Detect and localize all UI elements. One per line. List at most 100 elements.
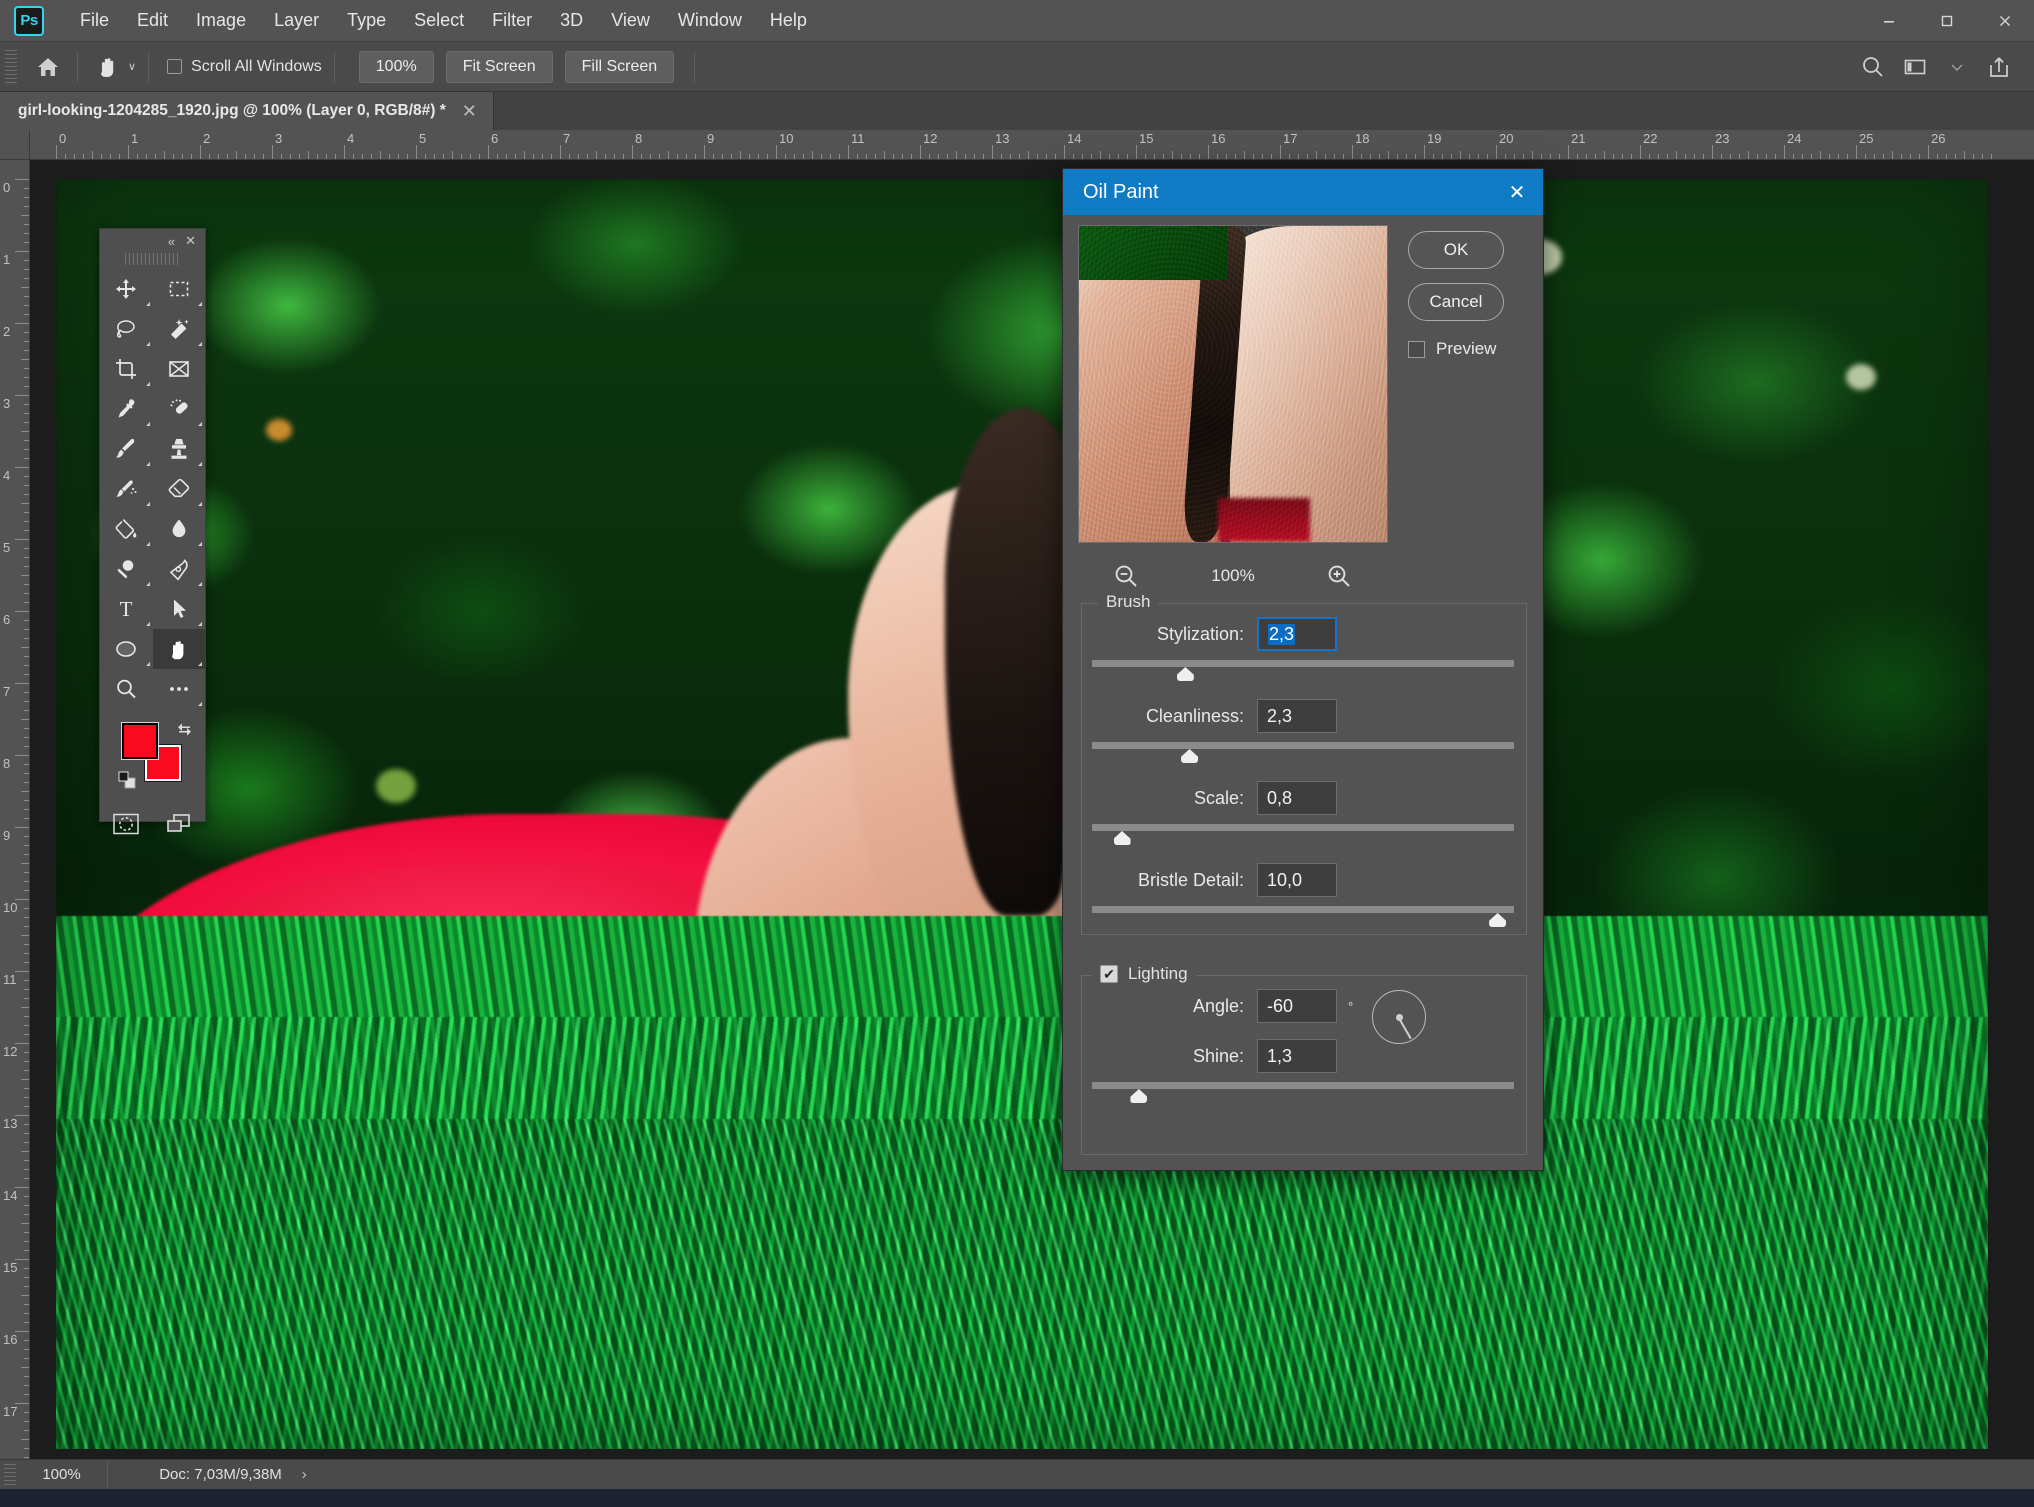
workspace-icon[interactable] (1894, 50, 1936, 84)
slider-thumb[interactable] (1489, 913, 1507, 927)
cleanliness-input[interactable]: 2,3 (1257, 699, 1337, 733)
filter-preview[interactable] (1078, 225, 1388, 543)
default-colors-icon[interactable] (118, 771, 136, 789)
swap-colors-icon[interactable] (176, 719, 193, 736)
ruler-corner[interactable] (0, 130, 30, 160)
checkbox-box[interactable] (167, 59, 183, 74)
ruler-minor-tick (1892, 151, 1893, 159)
stylization-input[interactable]: 2,3 (1257, 617, 1337, 651)
close-icon[interactable]: ✕ (185, 233, 196, 249)
zoom-tool[interactable] (100, 669, 153, 709)
ok-button[interactable]: OK (1408, 231, 1504, 269)
fill-screen-button[interactable]: Fill Screen (564, 50, 675, 83)
zoom-100-button[interactable]: 100% (358, 50, 434, 83)
eraser-tool[interactable] (153, 469, 206, 509)
menu-filter[interactable]: Filter (478, 6, 546, 35)
slider-thumb[interactable] (1176, 667, 1194, 681)
scale-input[interactable]: 0,8 (1257, 781, 1337, 815)
document-tab[interactable]: girl-looking-1204285_1920.jpg @ 100% (La… (0, 92, 494, 130)
close-button[interactable] (1976, 0, 2034, 42)
pen-tool[interactable] (153, 549, 206, 589)
chevron-right-icon[interactable]: › (302, 1466, 307, 1483)
path-selection-tool[interactable] (153, 589, 206, 629)
angle-dial[interactable] (1372, 990, 1426, 1044)
menu-3d[interactable]: 3D (546, 6, 597, 35)
cleanliness-slider[interactable] (1092, 738, 1514, 768)
ruler-minor-tick (767, 154, 768, 159)
dialog-title-bar[interactable]: Oil Paint ✕ (1063, 169, 1543, 215)
status-doc-info[interactable]: Doc: 7,03M/9,38M › (108, 1460, 358, 1490)
share-icon[interactable] (1978, 50, 2020, 84)
collapse-icon[interactable]: « (168, 234, 175, 249)
cancel-button[interactable]: Cancel (1408, 283, 1504, 321)
preview-checkbox[interactable]: Preview (1408, 339, 1528, 359)
paint-bucket-tool[interactable] (100, 509, 153, 549)
scroll-all-windows-checkbox[interactable]: Scroll All Windows (167, 58, 322, 76)
hand-tool-icon[interactable] (90, 50, 126, 84)
ellipse-tool[interactable] (100, 629, 153, 669)
menu-edit[interactable]: Edit (123, 6, 182, 35)
menu-select[interactable]: Select (400, 6, 478, 35)
clone-stamp-tool[interactable] (153, 429, 206, 469)
slider-thumb[interactable] (1181, 749, 1199, 763)
lighting-group-title[interactable]: ✔ Lighting (1092, 964, 1196, 984)
search-icon[interactable] (1852, 50, 1894, 84)
lasso-tool[interactable] (100, 309, 153, 349)
type-tool[interactable]: T (100, 589, 153, 629)
scale-slider[interactable] (1092, 820, 1514, 850)
close-icon[interactable]: ✕ (462, 101, 477, 122)
lighting-checkbox[interactable]: ✔ (1100, 965, 1118, 983)
move-tool[interactable] (100, 269, 153, 309)
blur-tool[interactable] (153, 509, 206, 549)
options-bar-grip[interactable] (5, 49, 17, 84)
menu-file[interactable]: File (66, 6, 123, 35)
minimize-button[interactable] (1860, 0, 1918, 42)
zoom-in-icon[interactable] (1326, 563, 1353, 590)
edit-toolbar-button[interactable] (153, 669, 206, 709)
fit-screen-button[interactable]: Fit Screen (445, 50, 553, 83)
slider-thumb[interactable] (1113, 831, 1131, 845)
stylization-slider[interactable] (1092, 656, 1514, 686)
canvas-area[interactable] (30, 160, 2034, 1477)
hand-tool[interactable] (152, 629, 205, 669)
zoom-out-icon[interactable] (1113, 563, 1140, 590)
brush-tool[interactable] (100, 429, 153, 469)
document-image[interactable] (56, 179, 1988, 1449)
checkbox-box[interactable] (1408, 340, 1425, 358)
home-icon[interactable] (31, 50, 65, 84)
close-icon[interactable]: ✕ (1491, 169, 1543, 215)
dodge-tool[interactable] (100, 549, 153, 589)
bristle-detail-input[interactable]: 10,0 (1257, 863, 1337, 897)
foreground-color-swatch[interactable] (121, 722, 159, 760)
crop-tool[interactable] (100, 349, 153, 389)
chevron-down-icon[interactable] (1936, 50, 1978, 84)
menu-image[interactable]: Image (182, 6, 260, 35)
screen-mode-icon[interactable] (165, 812, 193, 836)
scale-label: Scale: (1193, 787, 1244, 808)
marquee-tool[interactable] (153, 269, 206, 309)
history-brush-tool[interactable] (100, 469, 153, 509)
ruler-minor-tick (254, 154, 255, 159)
quick-mask-icon[interactable] (112, 812, 140, 836)
slider-thumb[interactable] (1130, 1089, 1148, 1103)
tools-panel-grip[interactable] (124, 253, 181, 265)
angle-input[interactable]: -60 (1257, 989, 1337, 1023)
ruler-minor-tick (1973, 154, 1974, 159)
horizontal-ruler[interactable]: 0 1 2 3 4 5 6 7 8 9 10 11 12 13 14 15 16 17 18 19 20 21 22 23 24… (30, 130, 2034, 160)
menu-type[interactable]: Type (333, 6, 400, 35)
status-zoom-level[interactable]: 100% (16, 1459, 108, 1490)
menu-help[interactable]: Help (756, 6, 821, 35)
chevron-down-icon[interactable]: ∨ (128, 60, 136, 73)
magic-wand-tool[interactable] (153, 309, 206, 349)
shine-input[interactable]: 1,3 (1257, 1039, 1337, 1073)
shine-slider[interactable] (1092, 1078, 1514, 1108)
frame-tool[interactable] (153, 349, 206, 389)
menu-window[interactable]: Window (664, 6, 756, 35)
healing-brush-tool[interactable] (153, 389, 206, 429)
menu-view[interactable]: View (597, 6, 664, 35)
bristle-detail-slider[interactable] (1092, 902, 1514, 932)
eyedropper-tool[interactable] (100, 389, 153, 429)
menu-layer[interactable]: Layer (260, 6, 333, 35)
maximize-button[interactable] (1918, 0, 1976, 42)
vertical-ruler[interactable]: 0 1 2 3 4 5 6 7 8 9 10 11 12 13 14 15 16 17 (0, 160, 30, 1477)
